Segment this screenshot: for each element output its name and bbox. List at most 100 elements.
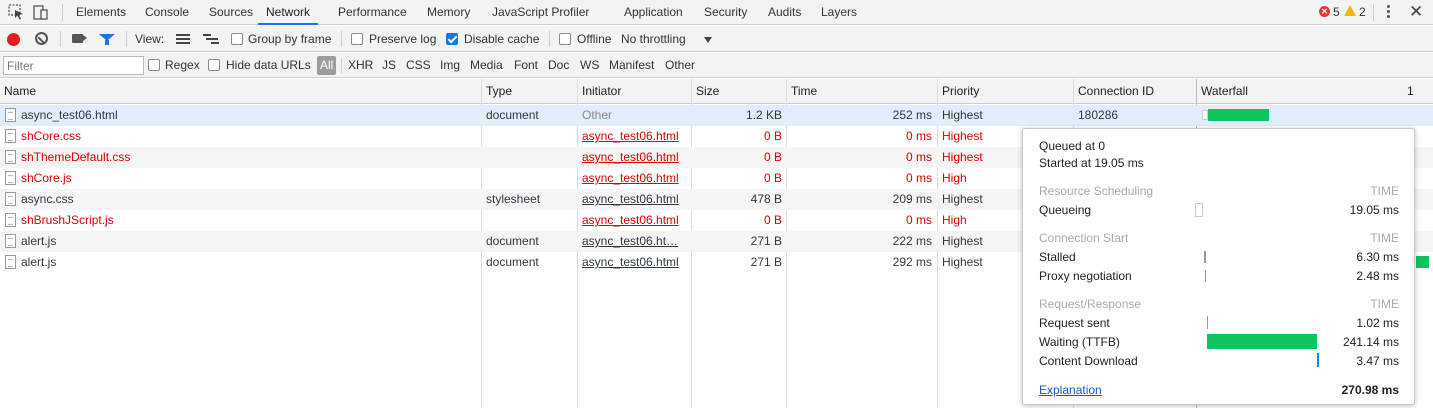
column-header-priority[interactable]: Priority	[942, 79, 979, 103]
filter-type-doc[interactable]: Doc	[548, 53, 569, 78]
warning-count[interactable]: 2	[1359, 5, 1366, 19]
tab-javascript-profiler[interactable]: JavaScript Profiler	[492, 0, 589, 25]
request-priority: Highest	[942, 150, 983, 164]
request-priority: High	[942, 213, 967, 227]
preserve-log-checkbox[interactable]	[351, 33, 363, 45]
request-name[interactable]: async_test06.html	[21, 105, 476, 126]
request-size: 0 B	[763, 171, 782, 185]
clear-icon[interactable]	[35, 32, 48, 45]
sort-indicator: 1	[1407, 84, 1414, 98]
record-icon[interactable]	[7, 33, 20, 46]
preserve-log-label[interactable]: Preserve log	[369, 26, 436, 52]
filter-type-css[interactable]: CSS	[406, 53, 431, 78]
offline-checkbox[interactable]	[559, 33, 571, 45]
request-initiator[interactable]: async_test06.ht…	[582, 231, 686, 252]
request-initiator[interactable]: async_test06.html	[582, 210, 686, 231]
column-header-initiator[interactable]: Initiator	[582, 79, 621, 103]
capture-screenshots-icon[interactable]	[72, 34, 87, 43]
disable-cache-checkbox[interactable]	[446, 33, 458, 45]
regex-checkbox[interactable]	[148, 59, 160, 71]
filter-type-font[interactable]: Font	[514, 53, 538, 78]
warning-icon[interactable]	[1344, 5, 1356, 16]
filter-icon[interactable]	[99, 34, 115, 45]
offline-label[interactable]: Offline	[577, 26, 611, 52]
throttling-select[interactable]: No throttling	[621, 26, 686, 52]
request-name[interactable]: shCore.js	[21, 168, 476, 189]
disable-cache-label[interactable]: Disable cache	[464, 26, 539, 52]
request-time: 0 ms	[905, 213, 932, 227]
column-header-name[interactable]: Name	[4, 79, 36, 103]
stalled-label: Stalled	[1039, 250, 1076, 264]
request-priority: High	[942, 171, 967, 185]
device-toolbar-icon[interactable]	[32, 4, 50, 20]
overview-icon[interactable]	[203, 34, 219, 44]
error-icon[interactable]: ✕	[1319, 6, 1330, 17]
column-header-size[interactable]: Size	[696, 79, 719, 103]
file-icon	[5, 192, 16, 206]
request-name[interactable]: async.css	[21, 189, 476, 210]
filter-type-other[interactable]: Other	[665, 53, 695, 78]
tab-sources[interactable]: Sources	[209, 0, 253, 25]
file-icon	[5, 129, 16, 143]
tab-console[interactable]: Console	[145, 0, 189, 25]
request-initiator[interactable]: async_test06.html	[582, 189, 686, 210]
group-by-frame-checkbox[interactable]	[231, 33, 243, 45]
regex-label[interactable]: Regex	[165, 53, 200, 78]
filter-type-js[interactable]: JS	[382, 53, 396, 78]
request-size: 271 B	[750, 255, 782, 269]
table-row[interactable]: async_test06.html document Other 1.2 KB 252 …	[0, 105, 1433, 126]
error-count[interactable]: 5	[1333, 5, 1340, 19]
column-header-connection-id[interactable]: Connection ID	[1078, 79, 1154, 103]
tab-elements[interactable]: Elements	[76, 0, 126, 25]
inspect-element-icon[interactable]	[8, 4, 26, 20]
request-initiator[interactable]: async_test06.html	[582, 126, 686, 147]
column-header-time[interactable]: Time	[791, 79, 817, 103]
request-name[interactable]: alert.js	[21, 231, 476, 252]
tab-memory[interactable]: Memory	[427, 0, 470, 25]
column-header-waterfall[interactable]: Waterfall	[1201, 79, 1248, 103]
filter-type-xhr[interactable]: XHR	[348, 53, 373, 78]
request-name[interactable]: alert.js	[21, 252, 476, 273]
tab-application[interactable]: Application	[624, 0, 683, 25]
waterfall-bar[interactable]	[1416, 256, 1429, 268]
tab-performance[interactable]: Performance	[338, 0, 407, 25]
filter-type-ws[interactable]: WS	[580, 53, 599, 78]
tab-security[interactable]: Security	[704, 0, 747, 25]
filter-type-manifest[interactable]: Manifest	[609, 53, 654, 78]
request-size: 1.2 KB	[745, 108, 782, 122]
request-name[interactable]: shThemeDefault.css	[21, 147, 476, 168]
total-time-value: 270.98 ms	[1341, 383, 1399, 397]
request-name[interactable]: shCore.css	[21, 126, 476, 147]
filter-type-img[interactable]: Img	[440, 53, 460, 78]
file-icon	[5, 234, 16, 248]
explanation-link[interactable]: Explanation	[1039, 383, 1102, 397]
close-devtools-icon[interactable]: ✕	[1409, 2, 1423, 22]
filter-type-all[interactable]: All	[317, 56, 337, 75]
hide-data-urls-label[interactable]: Hide data URLs	[226, 53, 311, 78]
filter-type-media[interactable]: Media	[470, 53, 503, 78]
network-toolbar: View: Group by frame Preserve log Disabl…	[0, 26, 1433, 52]
column-header-type[interactable]: Type	[486, 79, 512, 103]
request-initiator[interactable]: async_test06.html	[582, 168, 686, 189]
request-initiator[interactable]: async_test06.html	[582, 252, 686, 273]
filter-input[interactable]	[3, 56, 144, 75]
toolbar-divider	[60, 31, 61, 47]
request-size: 0 B	[763, 129, 782, 143]
large-rows-icon[interactable]	[176, 34, 190, 44]
request-priority: Highest	[942, 108, 983, 122]
stalled-value: 6.30 ms	[1356, 250, 1399, 264]
more-options-icon[interactable]	[1387, 4, 1391, 20]
tab-audits[interactable]: Audits	[768, 0, 801, 25]
tab-network[interactable]: Network	[258, 0, 319, 25]
request-type	[486, 168, 574, 189]
tab-layers[interactable]: Layers	[821, 0, 857, 25]
waterfall-bar[interactable]	[1208, 109, 1269, 121]
hide-data-urls-checkbox[interactable]	[208, 59, 220, 71]
request-name[interactable]: shBrushJScript.js	[21, 210, 476, 231]
file-icon	[5, 255, 16, 269]
chevron-down-icon[interactable]	[704, 37, 712, 43]
devtools-tabbar: Elements Console Sources Network Perform…	[0, 0, 1433, 25]
queued-at-text: Queued at 0	[1039, 139, 1106, 153]
group-by-frame-label[interactable]: Group by frame	[248, 26, 331, 52]
request-initiator[interactable]: async_test06.html	[582, 147, 686, 168]
